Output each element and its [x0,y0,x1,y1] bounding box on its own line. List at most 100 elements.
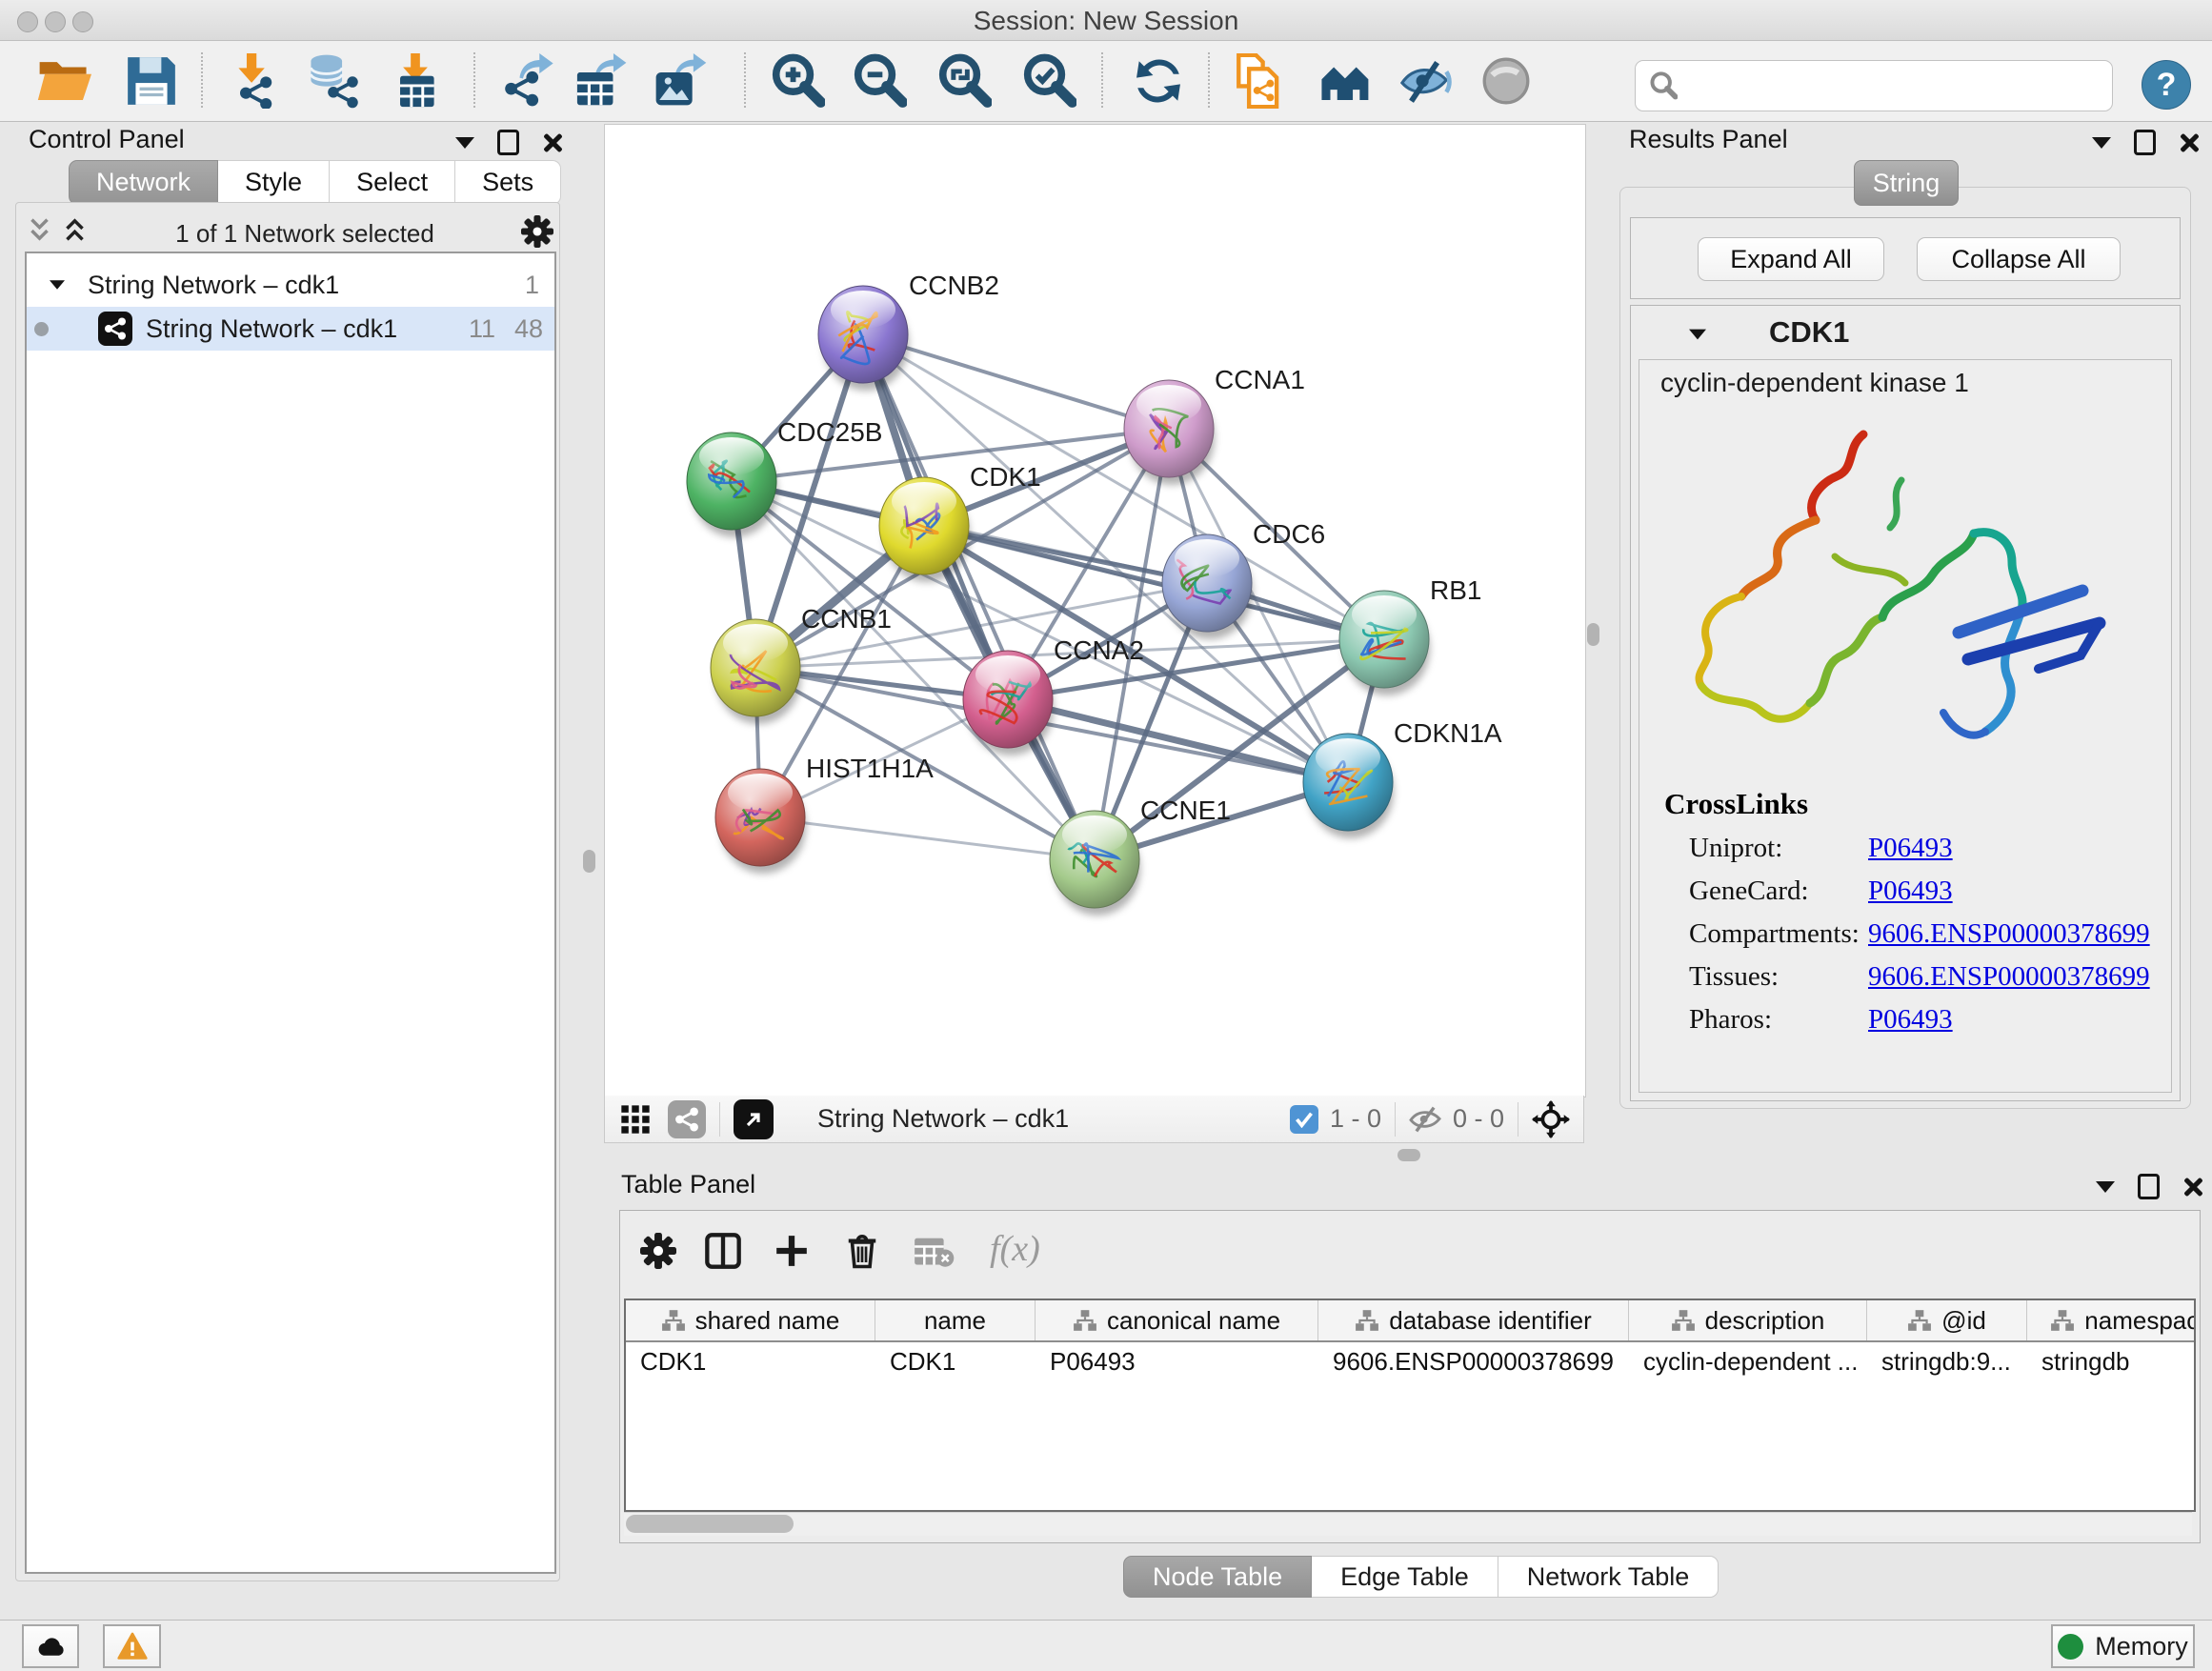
tab-style[interactable]: Style [218,160,330,205]
node-label-CDC6: CDC6 [1253,519,1325,549]
import-network-from-database-button[interactable] [303,50,364,111]
panel-close-icon[interactable] [542,132,563,153]
help-button[interactable]: ? [2142,60,2191,110]
panel-float-icon[interactable] [497,130,519,155]
column-header-description[interactable]: description [1629,1300,1867,1340]
panel-menu-icon[interactable] [2096,1181,2115,1193]
show-glasses-button[interactable] [1476,50,1537,111]
network-node-CDC6[interactable]: CDC6 [1162,519,1325,639]
tab-node-table[interactable]: Node Table [1123,1556,1312,1598]
expand-all-button[interactable]: Expand All [1698,237,1884,281]
panel-float-icon[interactable] [2138,1174,2160,1199]
zoom-selected-button[interactable] [1018,50,1079,111]
column-header-canonical-name[interactable]: canonical name [1036,1300,1318,1340]
memory-button[interactable]: Memory [2051,1624,2195,1668]
eye-slash-icon [1398,53,1454,109]
zoom-out-button[interactable] [849,50,910,111]
crosslink-link[interactable]: P06493 [1868,876,1953,907]
save-session-button[interactable] [121,50,182,111]
tab-edge-table[interactable]: Edge Table [1312,1556,1498,1598]
network-node-CCNB2[interactable]: CCNB2 [818,271,999,391]
table-cell[interactable]: P06493 [1036,1347,1318,1377]
column-header-shared-name[interactable]: shared name [626,1300,875,1340]
open-session-button[interactable] [33,50,94,111]
export-image-button[interactable] [650,50,711,111]
network-share-badge[interactable] [668,1100,706,1138]
table-cell[interactable]: 9606.ENSP00000378699 [1318,1347,1629,1377]
tab-string[interactable]: String [1854,160,1959,206]
tab-network[interactable]: Network [69,160,218,205]
expand-all-icon[interactable] [64,217,86,242]
zoom-fit-button[interactable] [934,50,995,111]
network-node-CDC25B[interactable]: CDC25B [687,417,882,537]
table-cell[interactable]: CDK1 [875,1347,1036,1377]
panel-close-icon[interactable] [2179,132,2200,153]
hscrollbar-thumb[interactable] [626,1515,794,1533]
network-edge-CCNE1-HIST1H1A[interactable] [760,817,1095,859]
network-node-CDKN1A[interactable]: CDKN1A [1303,718,1502,838]
import-network-from-file-button[interactable] [222,50,283,111]
zoom-in-button[interactable] [767,50,828,111]
table-hscrollbar[interactable] [624,1512,2192,1536]
grid-view-icon[interactable] [620,1104,651,1135]
network-edge-CCNB2-CCNA1[interactable] [863,334,1169,429]
delete-table-button[interactable] [914,1232,955,1274]
hide-glasses-button[interactable] [1396,50,1457,111]
crosslink-row: Compartments:9606.ENSP00000378699 [1689,918,2165,950]
warnings-button[interactable] [103,1624,161,1668]
crosslink-link[interactable]: 9606.ENSP00000378699 [1868,961,2150,993]
table-cell[interactable]: cyclin-dependent ... [1629,1347,1867,1377]
panel-menu-icon[interactable] [2092,137,2111,149]
column-header-database-identifier[interactable]: database identifier [1318,1300,1629,1340]
home-button[interactable] [1314,50,1375,111]
panel-close-icon[interactable] [2182,1177,2203,1198]
tab-network-table[interactable]: Network Table [1498,1556,1719,1598]
gene-expander-icon[interactable] [1689,330,1706,340]
panel-menu-icon[interactable] [455,137,474,149]
table-row[interactable]: CDK1CDK1P064939606.ENSP00000378699cyclin… [626,1342,2194,1380]
show-columns-button[interactable] [702,1230,744,1272]
network-node-CDK1[interactable]: CDK1 [879,462,1041,582]
right-splitter-handle[interactable] [1587,623,1599,646]
table-cell[interactable]: stringdb [2027,1347,2194,1377]
crosslink-link[interactable]: 9606.ENSP00000378699 [1868,918,2150,950]
window-title: Session: New Session [0,6,2212,36]
network-node-HIST1H1A[interactable]: HIST1H1A [715,754,934,874]
network-node-CCNE1[interactable]: CCNE1 [1050,795,1231,916]
import-table-from-file-button[interactable] [385,50,446,111]
column-header-name[interactable]: name [875,1300,1036,1340]
export-network-button[interactable] [497,50,558,111]
tab-sets[interactable]: Sets [455,160,561,205]
crosslink-link[interactable]: P06493 [1868,1004,1953,1036]
export-table-button[interactable] [571,50,632,111]
collapse-all-icon[interactable] [29,217,50,242]
cloud-button[interactable] [22,1624,79,1668]
tab-select[interactable]: Select [330,160,455,205]
network-collection-row[interactable]: String Network – cdk1 1 [27,263,554,307]
tree-expander-icon[interactable] [50,280,65,290]
network-options-gear-icon[interactable] [521,215,553,248]
panel-float-icon[interactable] [2134,130,2156,155]
selected-checkbox[interactable] [1290,1105,1318,1134]
table-cell[interactable]: CDK1 [626,1347,875,1377]
network-node-CCNA1[interactable]: CCNA1 [1124,365,1305,485]
column-header-@id[interactable]: @id [1867,1300,2027,1340]
move-crosshair-icon[interactable] [1532,1100,1570,1138]
delete-column-button[interactable] [841,1230,883,1272]
network-node-RB1[interactable]: RB1 [1339,575,1481,695]
crosslink-link[interactable]: P06493 [1868,833,1953,864]
network-canvas[interactable]: CCNB2CCNA1CDC25BCDK1CDC6RB1CCNB1CCNA2CDK… [604,124,1586,1097]
table-options-button[interactable] [637,1230,679,1272]
create-column-button[interactable] [771,1230,813,1272]
string-import-button[interactable] [1229,50,1290,111]
collapse-all-button[interactable]: Collapse All [1917,237,2121,281]
bottom-splitter-handle[interactable] [1398,1149,1420,1161]
left-splitter-handle[interactable] [583,850,595,873]
birdseye-toggle[interactable] [734,1099,774,1139]
refresh-button[interactable] [1128,50,1189,111]
table-cell[interactable]: stringdb:9... [1867,1347,2027,1377]
column-header-namespace[interactable]: namespace [2027,1300,2194,1340]
function-builder-button[interactable]: f(x) [990,1228,1040,1270]
search-input[interactable] [1687,70,2091,102]
network-row-selected[interactable]: String Network – cdk1 11 48 [27,307,554,351]
